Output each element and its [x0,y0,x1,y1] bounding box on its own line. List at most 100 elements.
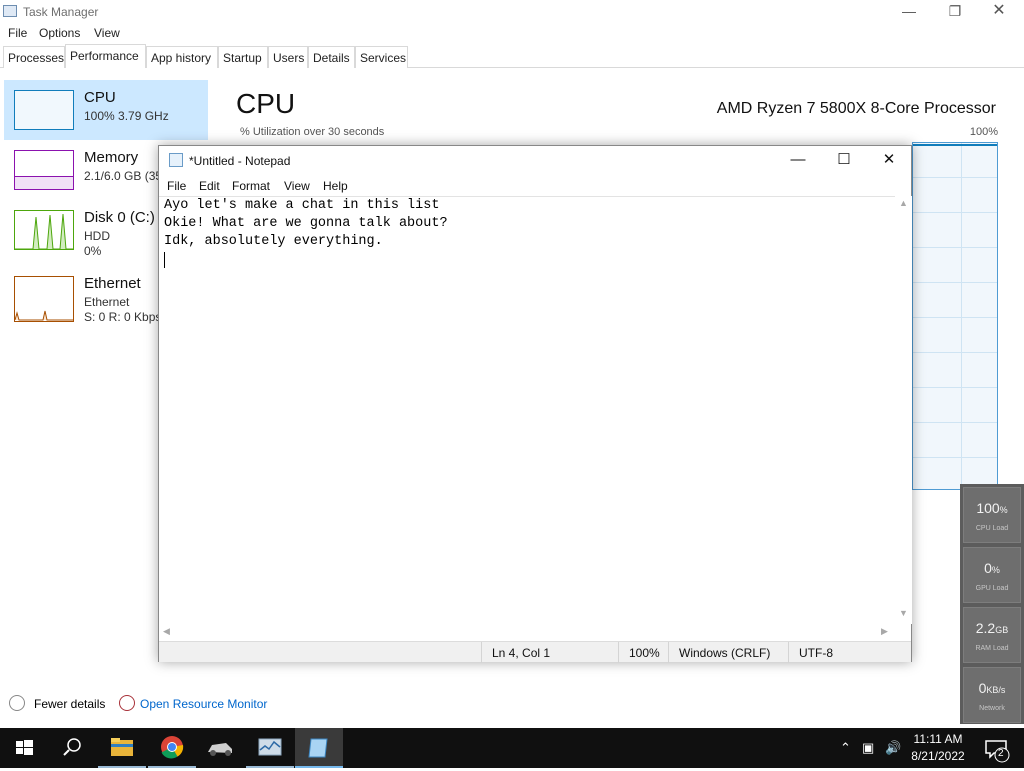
menu-format[interactable]: Format [232,179,270,193]
tab-services[interactable]: Services [355,46,408,68]
text-caret [164,252,165,268]
restore-icon[interactable]: ❐ [932,0,978,24]
cpu-model-name: AMD Ryzen 7 5800X 8-Core Processor [716,100,996,117]
widget-value: 100 [976,500,1000,516]
widget-network: 0KB/s Network [963,667,1021,723]
widget-label: Network [979,705,1005,712]
scroll-left-icon[interactable]: ◀ [163,626,170,637]
widget-value: 2.2 [975,620,996,636]
sidebar-item-label: CPU [84,89,116,106]
vertical-scrollbar[interactable]: ▲ ▼ [895,196,912,624]
cpu-thumbnail-graph [14,90,74,130]
notepad-title: *Untitled - Notepad [189,154,291,168]
sidebar-item-label: Ethernet [84,275,141,292]
notepad-app-icon [169,153,183,167]
volume-icon[interactable]: 🔊 [885,740,901,756]
scroll-up-icon[interactable]: ▲ [899,198,908,208]
text-line: Ayo let's make a chat in this list [164,198,440,213]
file-explorer-icon[interactable] [98,728,146,768]
memory-thumbnail-graph [14,150,74,190]
task-manager-footer: Fewer details Open Resource Monitor [0,690,400,718]
sidebar-item-detail-2: S: 0 R: 0 Kbps [84,310,162,324]
task-manager-tabs: Processes Performance App history Startu… [0,44,1024,68]
widget-gpu-load: 0% GPU Load [963,547,1021,603]
scroll-down-icon[interactable]: ▼ [899,608,908,618]
widget-label: RAM Load [975,645,1009,652]
clock-time[interactable]: 11:11 AM [905,732,971,746]
widget-unit: GB [995,625,1009,635]
chevron-up-icon[interactable]: ⌃ [840,740,851,756]
search-icon[interactable] [48,728,96,768]
clock-date[interactable]: 8/21/2022 [905,749,971,763]
open-resource-monitor-link[interactable]: Open Resource Monitor [140,697,267,711]
menu-view[interactable]: View [94,26,120,40]
minimize-icon[interactable]: — [775,146,821,176]
tab-performance[interactable]: Performance [65,44,146,68]
notepad-menubar: File Edit Format View Help [159,176,911,196]
chrome-icon[interactable] [148,728,196,768]
tab-app-history[interactable]: App history [146,46,218,68]
taskbar: ⌃ ▣ 🔊 11:11 AM 8/21/2022 2 [0,728,1024,768]
menu-edit[interactable]: Edit [199,179,220,193]
menu-file[interactable]: File [167,179,186,193]
windows-start-icon[interactable] [0,728,48,768]
text-line: Okie! What are we gonna talk about? [164,216,448,231]
widget-cpu-load: 100% CPU Load [963,487,1021,543]
sidebar-item-label: Disk 0 (C:) [84,209,155,226]
widget-unit: % [999,505,1008,515]
network-icon[interactable]: ▣ [862,740,874,756]
widget-label: CPU Load [975,525,1009,532]
sidebar-item-detail: HDD [84,229,110,243]
fewer-details-link[interactable]: Fewer details [34,697,105,711]
sidebar-item-label: Memory [84,149,139,166]
menu-file[interactable]: File [8,26,27,40]
status-position: Ln 4, Col 1 [481,642,621,663]
sidebar-item-detail: 2.1/6.0 GB (35 [84,169,163,183]
sidebar-item-detail-2: 0% [84,244,102,258]
tab-details[interactable]: Details [308,46,355,68]
widget-ram-load: 2.2GB RAM Load [963,607,1021,663]
notepad-icon[interactable] [295,728,343,768]
menu-help[interactable]: Help [323,179,348,193]
menu-options[interactable]: Options [39,26,80,40]
widget-unit: KB/s [986,685,1006,695]
ethernet-thumbnail-graph [14,276,74,322]
task-manager-titlebar: Task Manager — ❐ ✕ [0,0,1024,24]
notepad-window: *Untitled - Notepad — ☐ ✕ File Edit Form… [158,145,912,663]
sidebar-item-detail: 100% 3.79 GHz [84,109,169,123]
status-zoom: 100% [618,642,668,663]
notepad-text-area[interactable]: Ayo let's make a chat in this list Okie!… [159,196,895,624]
text-line: Idk, absolutely everything. [164,234,383,249]
horizontal-scrollbar[interactable]: ◀ ▶ [159,624,895,641]
tab-users[interactable]: Users [268,46,308,68]
tab-processes[interactable]: Processes [3,46,65,68]
sidebar-item-cpu[interactable]: CPU 100% 3.79 GHz [4,80,208,140]
widget-value: 0 [984,560,992,576]
car-game-icon[interactable] [196,728,244,768]
resource-monitor-icon [119,695,135,711]
widget-label: GPU Load [975,585,1009,592]
notepad-statusbar: Ln 4, Col 1 100% Windows (CRLF) UTF-8 [159,641,911,663]
menu-view[interactable]: View [284,179,310,193]
maximize-icon[interactable]: ☐ [821,146,867,176]
status-line-endings: Windows (CRLF) [668,642,789,663]
task-manager-app-icon [3,5,17,17]
minimize-icon[interactable]: — [886,0,932,24]
page-title: CPU [236,88,296,119]
cpu-utilization-graph [912,142,998,490]
chevron-up-icon[interactable] [9,695,25,711]
utilization-max-label: 100% [969,126,998,138]
close-icon[interactable]: ✕ [866,146,912,176]
task-manager-title: Task Manager [23,5,99,19]
status-encoding: UTF-8 [788,642,911,663]
notification-center-icon[interactable]: 2 [976,728,1024,768]
task-manager-icon[interactable] [246,728,294,768]
system-monitor-widget: 100% CPU Load 0% GPU Load 2.2GB RAM Load… [960,484,1024,724]
sidebar-item-detail: Ethernet [84,295,130,309]
notepad-titlebar[interactable]: *Untitled - Notepad — ☐ ✕ [159,146,911,176]
widget-unit: % [991,565,1000,575]
utilization-label: % Utilization over 30 seconds [240,126,385,138]
tab-startup[interactable]: Startup [218,46,268,68]
scroll-right-icon[interactable]: ▶ [881,626,888,637]
close-icon[interactable]: ✕ [976,0,1022,24]
